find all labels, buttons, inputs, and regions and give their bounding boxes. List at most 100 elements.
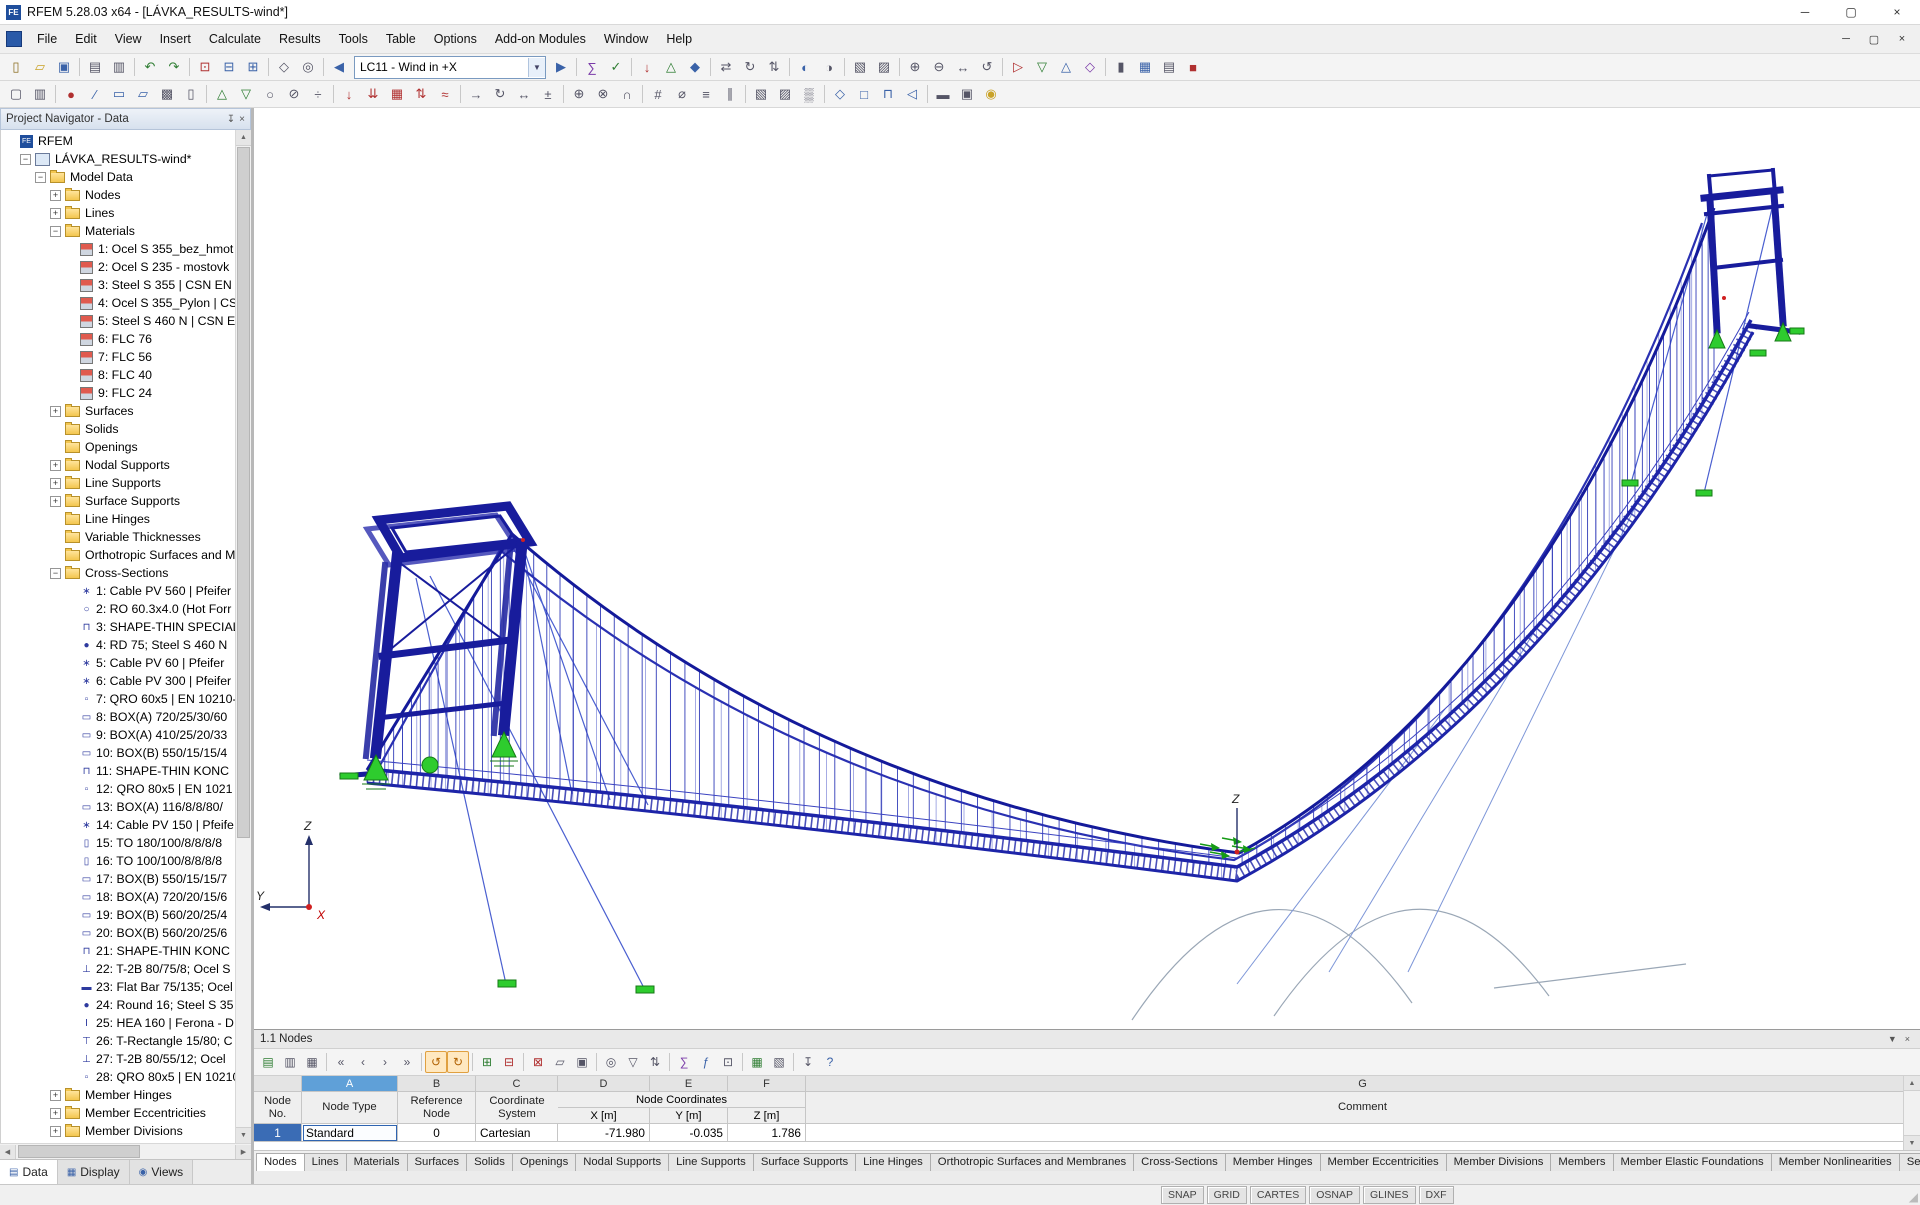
pin-icon[interactable]: ↧	[227, 114, 235, 125]
zoom-window-icon[interactable]: ◎	[296, 55, 320, 79]
menu-results[interactable]: Results	[270, 27, 330, 51]
table-tab-surface-supports[interactable]: Surface Supports	[752, 1153, 857, 1172]
menu-calculate[interactable]: Calculate	[200, 27, 270, 51]
open-project-icon[interactable]: ▱	[28, 55, 52, 79]
sync-view-icon[interactable]: ↻	[447, 1051, 469, 1074]
table-filter-icon[interactable]: ▦	[301, 1051, 323, 1073]
cell-comment[interactable]	[806, 1124, 1920, 1143]
table-tab-lines[interactable]: Lines	[303, 1153, 347, 1172]
tree-item[interactable]: − Model Data	[1, 168, 251, 186]
print-icon[interactable]: ▤	[83, 55, 107, 79]
expander-minus-icon[interactable]: −	[50, 225, 61, 237]
tree-item[interactable]: ○ 2: RO 60.3x4.0 (Hot Forr	[1, 600, 251, 618]
column-letter-g[interactable]: G	[806, 1076, 1920, 1093]
imperfection-icon[interactable]: ≈	[433, 82, 457, 106]
tree-vertical-scrollbar[interactable]: ▲ ▼	[235, 130, 251, 1143]
line-support-icon[interactable]: ▽	[234, 82, 258, 106]
column-letter-a[interactable]: A	[302, 1076, 398, 1093]
status-toggle-cartes[interactable]: CARTES	[1249, 1186, 1307, 1204]
tree-item[interactable]: 9: FLC 24	[1, 384, 251, 402]
tree-item[interactable]: ⊓ 11: SHAPE-THIN KONC	[1, 762, 251, 780]
tree-item[interactable]: + Line Supports	[1, 474, 251, 492]
rotate-icon[interactable]: ↻	[488, 82, 512, 106]
tree-item[interactable]: ∗ 6: Cable PV 300 | Pfeifer	[1, 672, 251, 690]
expander-minus-icon[interactable]: −	[50, 567, 61, 579]
table-tab-member-divisions[interactable]: Member Divisions	[1445, 1153, 1552, 1172]
menu-table[interactable]: Table	[377, 27, 425, 51]
sort-rows-icon[interactable]: ⇅	[644, 1051, 666, 1073]
zoom-in-icon[interactable]: ⊕	[903, 55, 927, 79]
tree-item[interactable]: ▫ 12: QRO 80x5 | EN 1021	[1, 780, 251, 798]
view-isometric-icon[interactable]: ◇	[1078, 55, 1102, 79]
tree-item[interactable]: ▭ 17: BOX(B) 550/15/15/7	[1, 870, 251, 888]
generate-model-icon[interactable]: ⊞	[241, 55, 265, 79]
nodal-load-icon[interactable]: ↓	[337, 82, 361, 106]
table-tab-sets-of-members[interactable]: Sets of Members	[1898, 1153, 1920, 1172]
tree-item[interactable]: 4: Ocel S 355_Pylon | CS	[1, 294, 251, 312]
solid-render-icon[interactable]: ▨	[773, 82, 797, 106]
top-view-icon[interactable]: ⊓	[876, 82, 900, 106]
column-letter-d[interactable]: D	[558, 1076, 650, 1093]
tree-item[interactable]: ∗ 5: Cable PV 60 | Pfeifer	[1, 654, 251, 672]
tree-item[interactable]: − Materials	[1, 222, 251, 240]
show-all-icon[interactable]: ◉	[979, 82, 1003, 106]
shading-icon[interactable]: ▨	[872, 55, 896, 79]
tree-item[interactable]: − Cross-Sections	[1, 564, 251, 582]
tree-item[interactable]: 1: Ocel S 355_bez_hmot	[1, 240, 251, 258]
tree-item[interactable]: 6: FLC 76	[1, 330, 251, 348]
model-viewport[interactable]: Z Z Y X	[254, 108, 1920, 1030]
tree-item[interactable]: + Lines	[1, 204, 251, 222]
row-number-cell[interactable]: 1	[254, 1124, 302, 1143]
tree-item[interactable]: 7: FLC 56	[1, 348, 251, 366]
tree-item[interactable]: 5: Steel S 460 N | CSN EN	[1, 312, 251, 330]
table-tab-member-eccentricities[interactable]: Member Eccentricities	[1319, 1153, 1447, 1172]
table-tab-orthotropic-surfaces-and-membranes[interactable]: Orthotropic Surfaces and Membranes	[929, 1153, 1135, 1172]
scrollbar-thumb[interactable]	[237, 147, 250, 838]
table-vertical-scrollbar[interactable]: ▲ ▼	[1903, 1076, 1920, 1151]
menu-add-on-modules[interactable]: Add-on Modules	[486, 27, 595, 51]
member-hinge-icon[interactable]: ○	[258, 82, 282, 106]
view-y-icon[interactable]: ▽	[1030, 55, 1054, 79]
expander-plus-icon[interactable]: +	[50, 1089, 61, 1101]
table-edit-icon[interactable]: ▥	[279, 1051, 301, 1073]
tree-item[interactable]: + Surfaces	[1, 402, 251, 420]
export-excel-icon[interactable]: ▦	[746, 1051, 768, 1073]
opening-tool-icon[interactable]: ▯	[179, 82, 203, 106]
navigator-tab-display[interactable]: ▦ Display	[57, 1160, 130, 1184]
close-icon[interactable]: ×	[239, 114, 245, 125]
print-preview-icon[interactable]: ▥	[107, 55, 131, 79]
find-icon[interactable]: ◎	[600, 1051, 622, 1073]
check-model-icon[interactable]: ✓	[604, 55, 628, 79]
save-view-icon[interactable]: ▣	[955, 82, 979, 106]
resize-grip-icon[interactable]: ◢	[1909, 1190, 1918, 1204]
insert-member-icon[interactable]: ⊟	[217, 55, 241, 79]
table-tab-surfaces[interactable]: Surfaces	[406, 1153, 468, 1172]
tree-item[interactable]: ▭ 20: BOX(B) 560/20/25/6	[1, 924, 251, 942]
tree-item[interactable]: − LÁVKA_RESULTS-wind*	[1, 150, 251, 168]
round-corners-icon[interactable]: ∩	[615, 82, 639, 106]
expander-plus-icon[interactable]: +	[50, 189, 61, 201]
menu-view[interactable]: View	[106, 27, 151, 51]
table-tab-members[interactable]: Members	[1550, 1153, 1614, 1172]
tree-item[interactable]: Variable Thicknesses	[1, 528, 251, 546]
navigator-tab-views[interactable]: ◉ Views	[129, 1160, 194, 1184]
tables-toggle-icon[interactable]: ▦	[1133, 55, 1157, 79]
scale-icon[interactable]: ±	[536, 82, 560, 106]
chevron-down-icon[interactable]: ▼	[528, 57, 545, 77]
load-case-prev-icon[interactable]: ◀	[327, 55, 351, 79]
tree-item[interactable]: ⊥ 27: T-2B 80/55/12; Ocel	[1, 1050, 251, 1068]
pin-table-icon[interactable]: ↧	[797, 1051, 819, 1073]
tree-item[interactable]: ⊓ 21: SHAPE-THIN KONC	[1, 942, 251, 960]
table-tab-solids[interactable]: Solids	[466, 1153, 513, 1172]
solid-tool-icon[interactable]: ▩	[155, 82, 179, 106]
pan-icon[interactable]: ↔	[951, 55, 975, 79]
tree-item[interactable]: + Member Eccentricities	[1, 1104, 251, 1122]
tree-item[interactable]: 8: FLC 40	[1, 366, 251, 384]
mdi-close-button[interactable]: ×	[1888, 28, 1916, 50]
orbit-icon[interactable]: ↺	[975, 55, 999, 79]
member-tool-icon[interactable]: ▭	[107, 82, 131, 106]
document-icon[interactable]	[6, 31, 22, 47]
member-eccentricity-icon[interactable]: ⊘	[282, 82, 306, 106]
expander-plus-icon[interactable]: +	[50, 405, 61, 417]
expander-plus-icon[interactable]: +	[50, 459, 61, 471]
